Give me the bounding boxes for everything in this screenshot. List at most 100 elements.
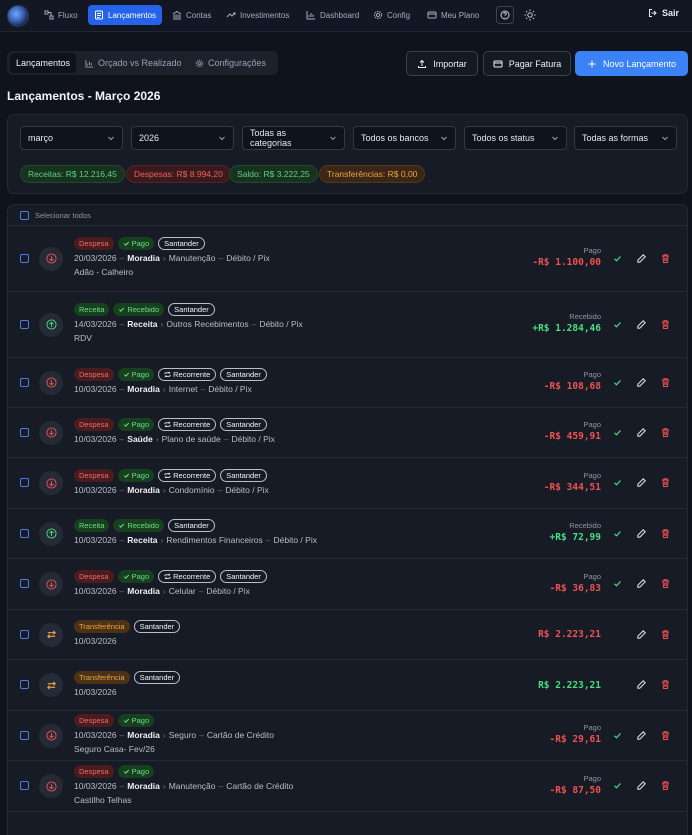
separator: – — [218, 781, 224, 791]
tab-orcado-vs-realizado[interactable]: Orçado vs Realizado — [79, 53, 188, 73]
confirm-check-icon[interactable] — [612, 528, 623, 539]
tab-lancamentos[interactable]: Lançamentos — [10, 53, 77, 73]
confirm-check-icon[interactable] — [612, 730, 623, 741]
row-checkbox[interactable] — [20, 478, 29, 487]
row-checkbox[interactable] — [20, 629, 29, 639]
separator: – — [119, 253, 125, 263]
delete-trash-icon[interactable] — [660, 528, 671, 539]
confirm-check-icon[interactable] — [612, 427, 623, 438]
delete-trash-icon[interactable] — [660, 377, 671, 388]
delete-trash-icon[interactable] — [660, 780, 671, 791]
edit-pencil-icon[interactable] — [636, 578, 647, 589]
delete-trash-icon[interactable] — [660, 578, 671, 589]
edit-pencil-icon[interactable] — [636, 780, 647, 791]
transaction-type-icon — [39, 370, 63, 395]
delete-trash-icon[interactable] — [660, 730, 671, 741]
chevron-down-icon — [441, 136, 447, 141]
edit-pencil-icon[interactable] — [636, 427, 647, 438]
import-button[interactable]: Importar — [406, 51, 478, 76]
table-row[interactable]: Despesa Pago Recorrente Santander 10/03/2026… — [8, 559, 687, 610]
edit-pencil-icon[interactable] — [636, 319, 647, 330]
edit-pencil-icon[interactable] — [636, 730, 647, 741]
confirm-check-icon[interactable] — [612, 377, 623, 388]
year-select[interactable]: 2026 — [131, 126, 234, 150]
edit-pencil-icon[interactable] — [636, 629, 647, 640]
transaction-details: 10/03/2026– Receita › Rendimentos Financeir… — [74, 535, 317, 545]
transaction-payment-method: Cartão de Crédito — [206, 730, 274, 740]
row-checkbox[interactable] — [20, 427, 29, 437]
delete-trash-icon[interactable] — [660, 253, 671, 264]
table-row[interactable]: Despesa Pago Santander 20/03/2026– Moradia › M… — [8, 226, 687, 292]
balance-badge: Saldo: R$ 3.222,25 — [229, 165, 318, 183]
table-row[interactable]: Despesa Pago 10/03/2026– Moradia › Manutenção… — [8, 761, 687, 812]
repeat-icon — [164, 573, 171, 580]
edit-pencil-icon[interactable] — [636, 253, 647, 264]
row-checkbox[interactable] — [20, 680, 29, 689]
payment-method-select[interactable]: Todas as formas — [574, 126, 677, 150]
repeat-icon — [164, 421, 171, 428]
table-row[interactable]: Transferência Santander 10/03/2026 R$ 2.223… — [8, 660, 687, 711]
help-button[interactable] — [496, 6, 514, 24]
theme-toggle-icon[interactable] — [524, 9, 536, 21]
table-row[interactable]: Despesa Pago Recorrente Santander 10/03/2026… — [8, 408, 687, 458]
transaction-details: 10/03/2026– Moradia › Seguro – Cartão de Créd… — [74, 730, 274, 740]
nav-dashboard[interactable]: Dashboard — [300, 5, 365, 25]
table-row[interactable]: Despesa Pago Recorrente Santander 10/03/2026… — [8, 458, 687, 509]
row-checkbox[interactable] — [20, 730, 29, 740]
app-logo[interactable] — [7, 5, 29, 27]
logout-button[interactable]: Sair — [648, 8, 679, 18]
bank-badge: Santander — [220, 570, 267, 583]
separator: › — [162, 586, 166, 596]
row-checkbox[interactable] — [20, 781, 29, 790]
status-select[interactable]: Todos os status — [464, 126, 567, 150]
nav-contas[interactable]: Contas — [166, 5, 217, 25]
edit-pencil-icon[interactable] — [636, 679, 647, 690]
select-all-checkbox[interactable] — [20, 210, 29, 220]
delete-trash-icon[interactable] — [660, 319, 671, 330]
tab-configuracoes[interactable]: Configurações — [189, 53, 272, 73]
confirm-check-icon[interactable] — [612, 477, 623, 488]
separator: › — [162, 384, 166, 394]
delete-trash-icon[interactable] — [660, 629, 671, 640]
separator: – — [199, 730, 204, 740]
new-transaction-button[interactable]: Novo Lançamento — [575, 51, 688, 76]
edit-pencil-icon[interactable] — [636, 377, 647, 388]
month-select[interactable]: março — [20, 126, 123, 150]
nav-meu-plano[interactable]: Meu Plano — [421, 5, 485, 25]
confirm-check-icon[interactable] — [612, 578, 623, 589]
status-label: Recebido — [569, 521, 601, 530]
table-row[interactable]: Transferência Santander 10/03/2026 R$ 2.223… — [8, 610, 687, 660]
table-row[interactable]: Receita Recebido Santander 10/03/2026– Recei… — [8, 509, 687, 559]
pay-invoice-button[interactable]: Pagar Fatura — [483, 51, 571, 76]
row-checkbox[interactable] — [20, 319, 29, 329]
confirm-check-icon[interactable] — [612, 253, 623, 264]
select-all-row[interactable]: Selecionar todos — [8, 205, 687, 226]
delete-trash-icon[interactable] — [660, 427, 671, 438]
transaction-category: Receita — [127, 319, 158, 329]
transaction-type-icon — [39, 521, 63, 546]
row-checkbox[interactable] — [20, 579, 29, 588]
confirm-check-icon[interactable] — [612, 780, 623, 791]
row-checkbox[interactable] — [20, 253, 29, 263]
row-checkbox[interactable] — [20, 528, 29, 538]
category-select[interactable]: Todas as categorias — [242, 126, 345, 150]
transaction-subcategory: Internet — [168, 384, 198, 394]
confirm-check-icon[interactable] — [612, 319, 623, 330]
bank-select[interactable]: Todos os bancos — [353, 126, 456, 150]
edit-pencil-icon[interactable] — [636, 477, 647, 488]
row-checkbox[interactable] — [20, 377, 29, 387]
badge-group: Despesa Pago — [74, 714, 155, 727]
transaction-date: 10/03/2026 — [74, 384, 117, 394]
separator: – — [223, 434, 229, 444]
page-title: Lançamentos - Março 2026 — [7, 89, 161, 103]
table-row[interactable]: Despesa Pago 10/03/2026– Moradia › Seguro – Car… — [8, 711, 687, 761]
delete-trash-icon[interactable] — [660, 477, 671, 488]
nav-investimentos[interactable]: Investimentos — [220, 5, 295, 25]
table-row[interactable]: Despesa Pago Recorrente Santander 10/03/2026… — [8, 358, 687, 408]
nav-fluxo[interactable]: Fluxo — [38, 5, 84, 25]
delete-trash-icon[interactable] — [660, 679, 671, 690]
table-row[interactable]: Receita Recebido Santander 14/03/2026– Recei… — [8, 292, 687, 358]
nav-config[interactable]: Config — [367, 5, 416, 25]
edit-pencil-icon[interactable] — [636, 528, 647, 539]
nav-lancamentos[interactable]: Lançamentos — [88, 5, 163, 25]
